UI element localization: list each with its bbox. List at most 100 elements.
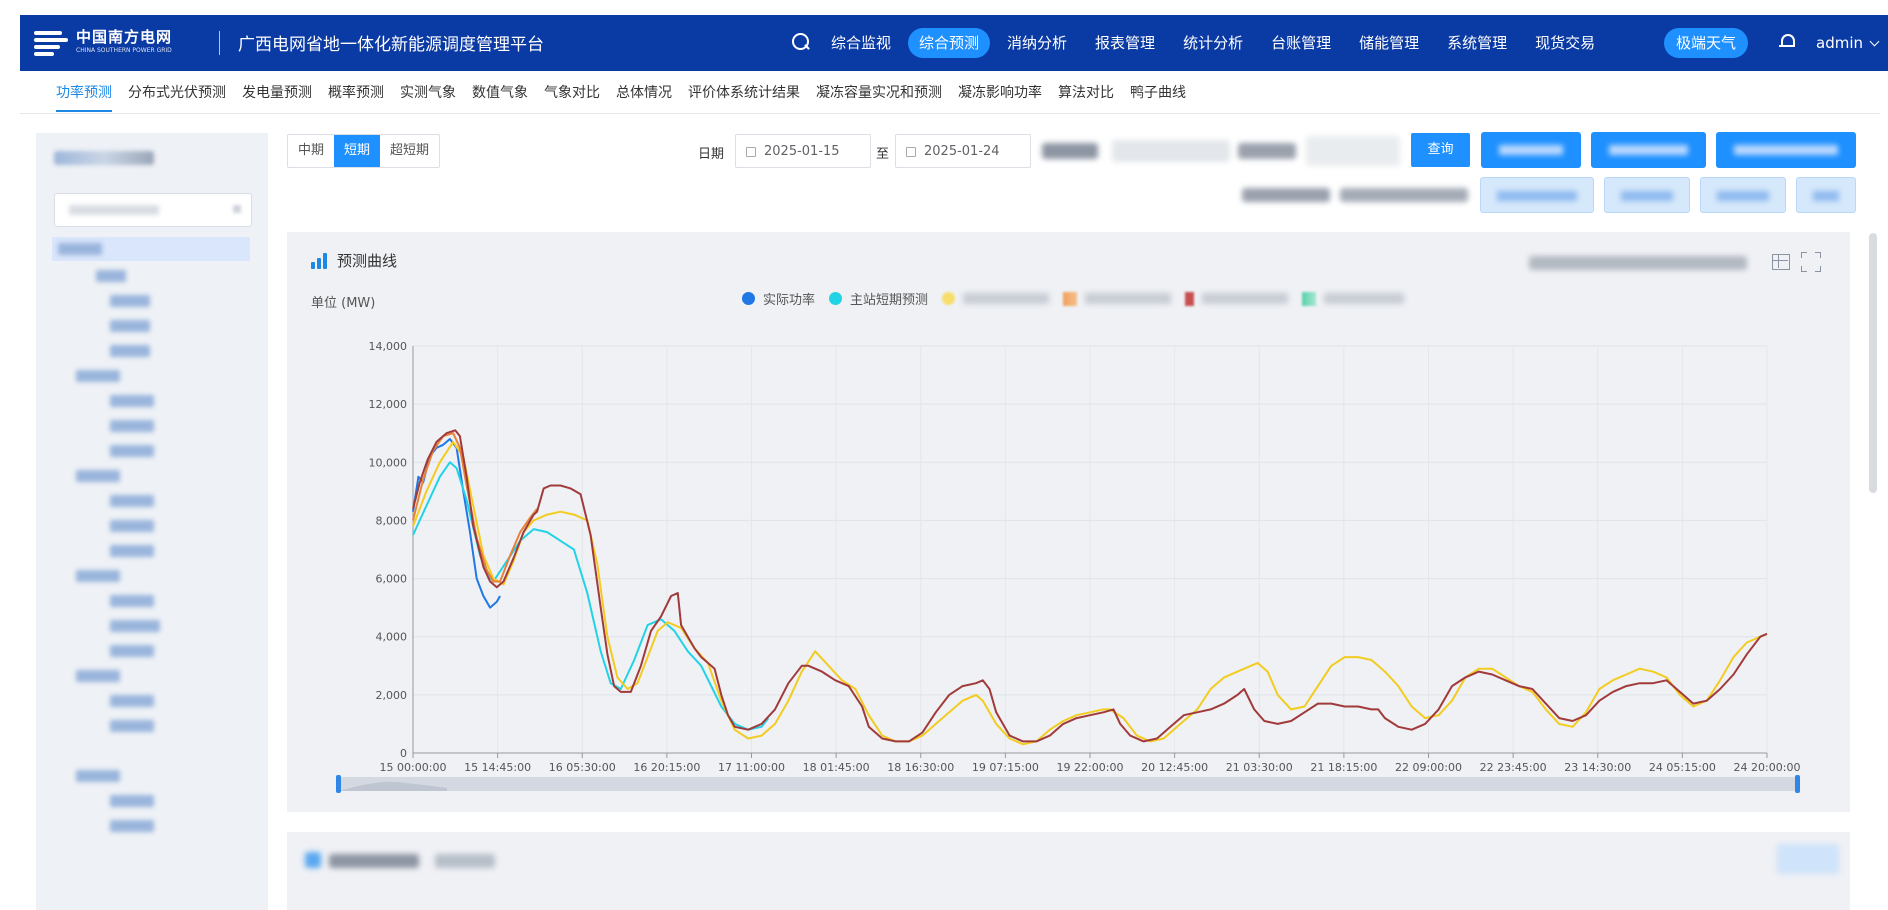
y-tick-label: 10,000	[369, 456, 408, 469]
blurred-filter-select[interactable]	[1306, 136, 1400, 166]
subnav-tab-9[interactable]: 凝冻容量实况和预测	[816, 82, 942, 112]
subnav-tab-7[interactable]: 总体情况	[616, 82, 672, 112]
extreme-weather-button[interactable]: 极端天气	[1664, 28, 1749, 58]
tree-node[interactable]	[76, 570, 120, 582]
tree-node[interactable]	[76, 470, 120, 482]
x-tick-label: 21 03:30:00	[1226, 761, 1293, 774]
legend-item-blurred[interactable]	[1185, 291, 1289, 306]
nav-item-5[interactable]: 台账管理	[1260, 28, 1342, 58]
secondary-button-blurred[interactable]	[1604, 177, 1690, 213]
tree-node[interactable]	[110, 695, 154, 707]
subnav-tab-4[interactable]: 实测气象	[400, 82, 456, 112]
legend-item-blurred[interactable]	[1063, 291, 1172, 306]
table-view-icon[interactable]	[1772, 254, 1790, 270]
zoom-slider-handle-right	[1795, 775, 1800, 793]
subnav-tab-12[interactable]: 鸭子曲线	[1130, 82, 1186, 112]
subnav-tab-10[interactable]: 凝冻影响功率	[958, 82, 1042, 112]
subnav-tab-3[interactable]: 概率预测	[328, 82, 384, 112]
panel-title-blurred	[435, 854, 495, 868]
panel-button-blurred[interactable]	[1777, 844, 1839, 874]
date-separator: 至	[876, 147, 890, 162]
secondary-button-blurred[interactable]	[1700, 177, 1786, 213]
bar-chart-icon	[311, 252, 329, 269]
blurred-chart-option	[1529, 256, 1747, 270]
tree-node[interactable]	[110, 595, 154, 607]
horizon-option-0[interactable]: 中期	[288, 135, 334, 167]
calendar-icon	[746, 147, 756, 157]
horizon-option-2[interactable]: 超短期	[380, 135, 439, 167]
subnav-tab-5[interactable]: 数值气象	[472, 82, 528, 112]
tree-node[interactable]	[76, 770, 120, 782]
x-tick-label: 18 01:45:00	[803, 761, 870, 774]
nav-item-7[interactable]: 系统管理	[1436, 28, 1518, 58]
fullscreen-icon[interactable]	[1801, 252, 1821, 272]
user-menu[interactable]: admin	[1816, 34, 1880, 52]
platform-title: 广西电网省地一体化新能源调度管理平台	[238, 35, 544, 55]
subnav-tab-6[interactable]: 气象对比	[544, 82, 600, 112]
nav-item-0[interactable]: 综合监视	[820, 28, 902, 58]
y-tick-label: 4,000	[376, 631, 408, 644]
blurred-filter-select[interactable]	[1112, 140, 1230, 162]
tree-node[interactable]	[110, 720, 154, 732]
x-tick-label: 19 07:15:00	[972, 761, 1039, 774]
tree-node[interactable]	[110, 495, 154, 507]
x-tick-label: 24 20:00:00	[1734, 761, 1801, 774]
tree-node[interactable]	[110, 295, 150, 307]
horizon-option-1[interactable]: 短期	[334, 135, 381, 167]
panel-title: 预测曲线	[311, 250, 397, 271]
series-line-3	[412, 432, 538, 583]
nav-item-4[interactable]: 统计分析	[1172, 28, 1254, 58]
secondary-button-blurred[interactable]	[1796, 177, 1856, 213]
legend-item-blurred[interactable]	[942, 292, 1050, 305]
tree-node[interactable]	[96, 270, 126, 282]
tree-node[interactable]	[76, 670, 120, 682]
legend-dot	[1063, 291, 1078, 306]
search-icon[interactable]	[791, 32, 811, 52]
legend-dot	[1302, 291, 1317, 306]
tree-search-input[interactable]	[54, 193, 252, 227]
subnav-tab-1[interactable]: 分布式光伏预测	[128, 82, 226, 112]
forecast-curve-panel: 0 2,000 4,000 6,000 8,000 10,000 12,000 14,000 1…	[287, 232, 1850, 812]
tree-node[interactable]	[110, 795, 154, 807]
tree-node[interactable]	[110, 620, 160, 632]
tree-node[interactable]	[110, 545, 154, 557]
legend-label: 主站短期预测	[850, 293, 929, 308]
nav-item-1[interactable]: 综合预测	[908, 28, 991, 58]
tree-node[interactable]	[110, 645, 154, 657]
page-scrollbar[interactable]	[1869, 233, 1877, 493]
date-to-value: 2025-01-24	[924, 144, 1000, 159]
nav-item-2[interactable]: 消纳分析	[996, 28, 1078, 58]
tree-node[interactable]	[76, 370, 120, 382]
nav-item-3[interactable]: 报表管理	[1084, 28, 1166, 58]
csg-logo[interactable]: 中国南方电网 CHINA SOUTHERN POWER GRID	[34, 28, 172, 56]
tree-node[interactable]	[110, 520, 154, 532]
query-button[interactable]: 查询	[1411, 133, 1470, 167]
tree-node[interactable]	[110, 445, 154, 457]
date-to-input[interactable]: 2025-01-24	[895, 134, 1031, 168]
subnav-tab-8[interactable]: 评价体系统计结果	[688, 82, 800, 112]
tree-node[interactable]	[110, 345, 150, 357]
legend-item-actual[interactable]: 实际功率	[742, 289, 815, 308]
action-button-blurred[interactable]	[1591, 132, 1706, 168]
tree-node[interactable]	[110, 395, 154, 407]
forecast-chart: 0 2,000 4,000 6,000 8,000 10,000 12,000 14,000 1…	[336, 340, 1801, 793]
x-tick-label: 18 16:30:00	[887, 761, 954, 774]
x-tick-label: 19 22:00:00	[1057, 761, 1124, 774]
nav-item-6[interactable]: 储能管理	[1348, 28, 1430, 58]
legend-item-blurred[interactable]	[1302, 291, 1405, 306]
bell-icon[interactable]	[1777, 32, 1797, 52]
tree-node[interactable]	[110, 320, 150, 332]
tree-node[interactable]	[110, 420, 154, 432]
date-from-input[interactable]: 2025-01-15	[735, 134, 871, 168]
subnav-tab-11[interactable]: 算法对比	[1058, 82, 1114, 112]
action-button-blurred[interactable]	[1716, 132, 1856, 168]
secondary-button-blurred[interactable]	[1480, 177, 1594, 213]
subnav-tab-0[interactable]: 功率预测	[56, 82, 112, 112]
action-button-blurred[interactable]	[1481, 132, 1581, 168]
y-tick-label: 8,000	[376, 514, 408, 527]
nav-item-8[interactable]: 现货交易	[1524, 28, 1606, 58]
legend-item-master-forecast[interactable]: 主站短期预测	[829, 289, 928, 308]
tree-node[interactable]	[110, 820, 154, 832]
subnav-tab-2[interactable]: 发电量预测	[242, 82, 312, 112]
tree-node[interactable]	[58, 243, 102, 255]
